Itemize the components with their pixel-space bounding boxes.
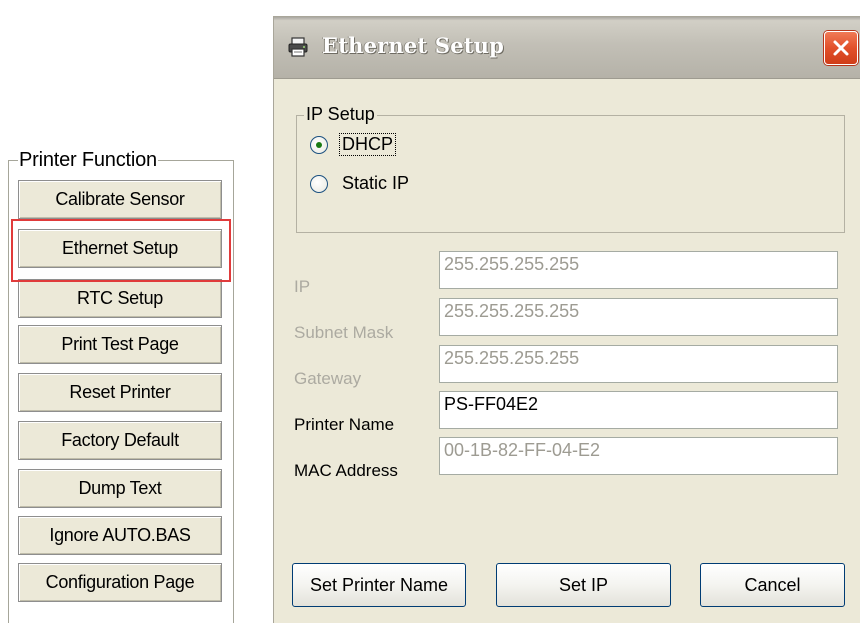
printer-name-field[interactable]: PS-FF04E2: [439, 391, 838, 429]
subnet-mask-field: 255.255.255.255: [439, 298, 838, 336]
ethernet-setup-button[interactable]: Ethernet Setup: [18, 229, 222, 268]
ignore-auto-bas-button[interactable]: Ignore AUTO.BAS: [18, 516, 222, 555]
static-ip-radio-row[interactable]: Static IP: [310, 173, 411, 194]
print-test-page-button[interactable]: Print Test Page: [18, 325, 222, 364]
ip-setup-legend: IP Setup: [304, 103, 377, 125]
cancel-button[interactable]: Cancel: [700, 563, 845, 607]
gateway-label: Gateway: [294, 369, 362, 388]
mac-address-label: MAC Address: [294, 461, 398, 480]
rtc-setup-button[interactable]: RTC Setup: [18, 279, 222, 318]
ip-field: 255.255.255.255: [439, 251, 838, 289]
dhcp-radio[interactable]: [310, 135, 328, 154]
subnet-mask-label: Subnet Mask: [294, 323, 394, 342]
factory-default-button[interactable]: Factory Default: [18, 421, 222, 460]
printer-name-label: Printer Name: [294, 415, 395, 434]
set-printer-name-button[interactable]: Set Printer Name: [292, 563, 466, 607]
static-ip-radio[interactable]: [310, 174, 328, 193]
dialog-title: Ethernet Setup: [322, 33, 505, 58]
printer-function-legend: Printer Function: [18, 148, 158, 172]
close-button[interactable]: [824, 31, 858, 65]
dhcp-label[interactable]: DHCP: [338, 133, 397, 156]
configuration-page-button[interactable]: Configuration Page: [18, 563, 222, 602]
ethernet-setup-dialog: Ethernet Setup IP Setup DHCP Static IP I…: [273, 16, 860, 623]
dialog-title-bar[interactable]: Ethernet Setup: [274, 17, 860, 79]
ip-label: IP: [294, 277, 311, 296]
mac-address-field: 00-1B-82-FF-04-E2: [439, 437, 838, 475]
dhcp-radio-row[interactable]: DHCP: [310, 133, 397, 156]
dump-text-button[interactable]: Dump Text: [18, 469, 222, 508]
reset-printer-button[interactable]: Reset Printer: [18, 373, 222, 412]
set-ip-button[interactable]: Set IP: [496, 563, 671, 607]
calibrate-sensor-button[interactable]: Calibrate Sensor: [18, 180, 222, 219]
close-icon: [833, 40, 849, 56]
static-ip-label[interactable]: Static IP: [340, 173, 411, 194]
printer-icon: [288, 37, 308, 57]
gateway-field: 255.255.255.255: [439, 345, 838, 383]
